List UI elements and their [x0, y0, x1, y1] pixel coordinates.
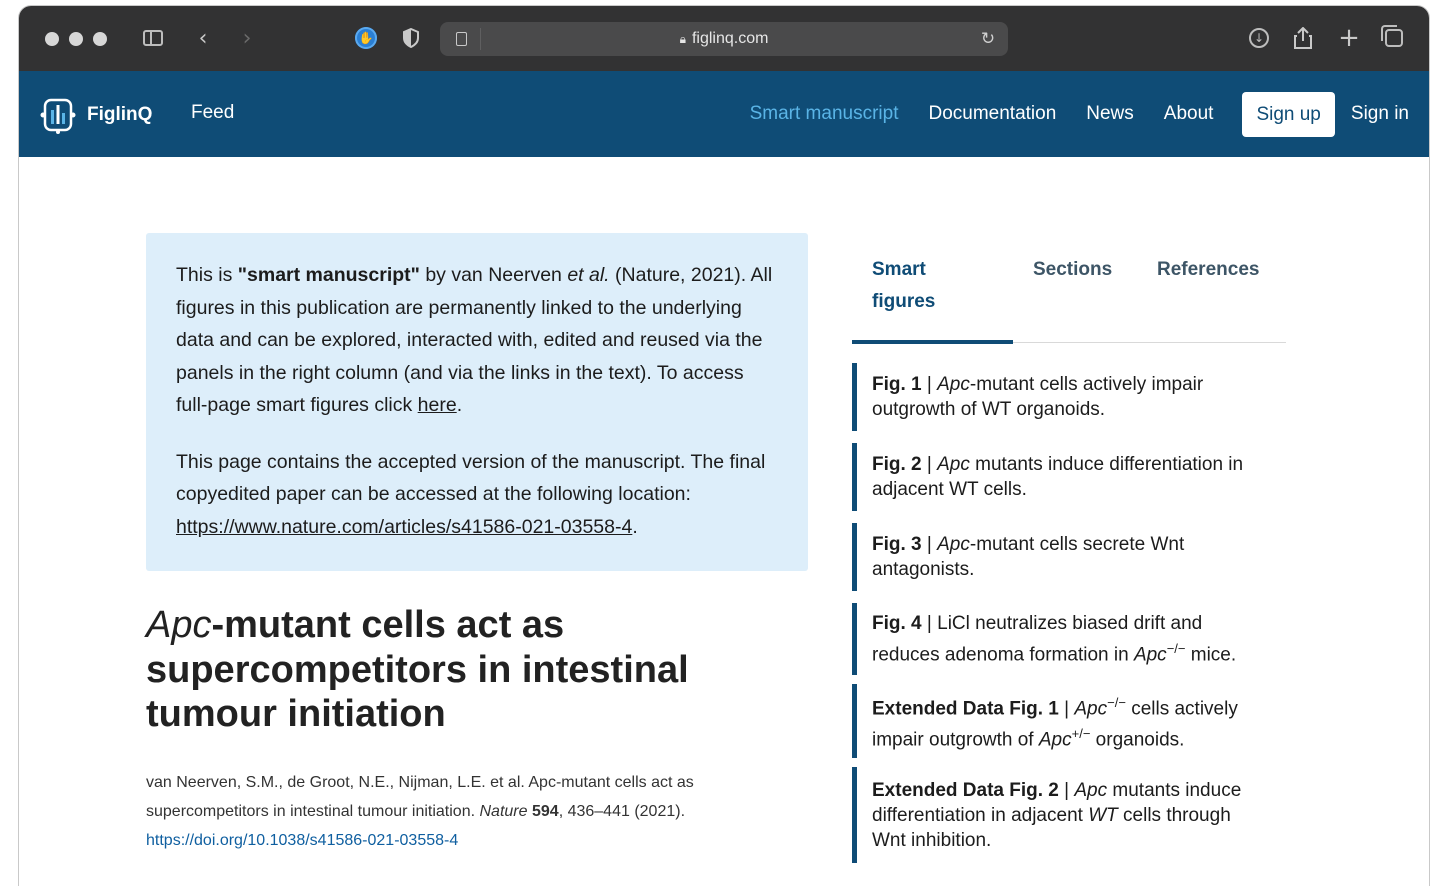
nav-links: Smart manuscript Documentation News Abou… [750, 91, 1409, 137]
article-title-text: -mutant cells act as supercompetitors in… [146, 604, 689, 735]
article-citation: van Neerven, S.M., de Groot, N.E., Nijma… [146, 768, 806, 855]
close-window-button[interactable] [45, 32, 59, 46]
tab-overview-icon[interactable] [1381, 24, 1407, 52]
figure-caption-text: −/− [1107, 694, 1126, 710]
nav-documentation-link[interactable]: Documentation [928, 103, 1056, 125]
figure-caption: Extended Data Fig. 2 | Apc mutants induc… [872, 779, 1242, 851]
figure-item[interactable]: Fig. 2 | Apc mutants induce differentiat… [852, 443, 1262, 511]
site-logo[interactable]: FiglinQ [39, 95, 152, 135]
figure-caption: Extended Data Fig. 1 | Apc−/− cells acti… [872, 694, 1238, 751]
citation-journal: Nature [479, 803, 528, 820]
figure-caption-text: Apc [1074, 779, 1108, 801]
sidebar-toggle-icon[interactable] [141, 24, 165, 52]
figure-item[interactable]: Fig. 4 | LiCl neutralizes biased drift a… [852, 603, 1262, 675]
citation-volume: 594 [531, 803, 559, 820]
notice-paragraph-1: This is "smart manuscript" by van Neerve… [176, 259, 778, 422]
figure-caption-text: WT [1088, 804, 1118, 826]
figure-item[interactable]: Extended Data Fig. 1 | Apc−/− cells acti… [852, 684, 1262, 758]
citation-pages: , 436–441 (2021). [558, 803, 686, 820]
zoom-window-button[interactable] [93, 32, 107, 46]
browser-toolbar: ‹ › ✋ 🔒︎ figlinq.com ↻ ↓ + [19, 6, 1429, 72]
reload-icon[interactable]: ↻ [976, 27, 1000, 51]
url-display[interactable]: 🔒︎ figlinq.com [440, 22, 1008, 56]
figure-caption: Fig. 4 | LiCl neutralizes biased drift a… [872, 612, 1237, 666]
figure-caption: Fig. 3 | Apc-mutant cells secrete Wnt an… [872, 534, 1185, 580]
figure-label: Fig. 2 [872, 454, 922, 475]
figure-label: Extended Data Fig. 2 [872, 779, 1059, 801]
figure-caption: Fig. 2 | Apc mutants induce differentiat… [872, 454, 1244, 500]
figure-caption-text: -mutant cells actively impair outgrowth … [872, 374, 1204, 420]
notice-text: This page contains the accepted version … [176, 450, 766, 506]
figure-label: Extended Data Fig. 1 [872, 698, 1059, 719]
tab-references[interactable]: References [1157, 254, 1259, 286]
figure-label: Fig. 3 [872, 534, 922, 555]
full-page-figures-link[interactable]: here [418, 394, 457, 416]
figure-caption-text: mice. [1185, 644, 1237, 666]
figure-caption-text: −/− [1166, 640, 1186, 656]
notice-bold-text: "smart manuscript" [237, 264, 420, 286]
notice-text: . [456, 394, 463, 416]
doi-link[interactable]: https://doi.org/10.1038/s41586-021-03558… [146, 832, 458, 849]
minimize-window-button[interactable] [69, 32, 83, 46]
nav-feed-link[interactable]: Feed [191, 102, 234, 124]
extension-icon[interactable]: ✋ [354, 24, 378, 52]
notice-text: This is [176, 264, 238, 286]
figlinq-logo-icon [40, 98, 76, 134]
figure-caption-text: organoids. [1090, 729, 1185, 751]
downloads-icon[interactable]: ↓ [1247, 24, 1271, 52]
panel-tabs: Smart figures Sections References [852, 254, 1286, 344]
nav-news-link[interactable]: News [1086, 103, 1134, 125]
new-tab-icon[interactable]: + [1337, 23, 1361, 53]
notice-text: (Nature, 2021). All figures in this publ… [176, 264, 773, 416]
figure-caption-text: Apc [937, 374, 970, 395]
site-navbar: FiglinQ Feed Smart manuscript Documentat… [19, 71, 1429, 157]
active-tab-indicator [852, 340, 1013, 344]
nav-smart-manuscript-link[interactable]: Smart manuscript [750, 103, 899, 125]
figure-caption-text: Apc [1074, 698, 1108, 719]
smart-manuscript-notice: This is "smart manuscript" by van Neerve… [146, 233, 808, 571]
figure-caption-text: Apc [937, 454, 970, 475]
brand-name: FiglinQ [87, 104, 153, 125]
figure-item[interactable]: Fig. 3 | Apc-mutant cells secrete Wnt an… [852, 523, 1262, 591]
url-text: figlinq.com [691, 30, 769, 47]
figure-caption-text: +/− [1071, 726, 1091, 741]
figure-caption-text: Apc [1038, 729, 1072, 751]
forward-icon[interactable]: › [235, 24, 259, 52]
figure-caption-text: Apc [937, 534, 970, 555]
privacy-shield-icon[interactable] [400, 24, 422, 52]
figure-item[interactable]: Fig. 1 | Apc-mutant cells actively impai… [852, 363, 1262, 431]
article-title-italic: Apc [146, 604, 212, 646]
back-icon[interactable]: ‹ [191, 24, 215, 52]
share-icon[interactable] [1291, 24, 1315, 52]
nature-article-link[interactable]: https://www.nature.com/articles/s41586-0… [176, 516, 632, 538]
lock-icon: 🔒︎ [679, 31, 686, 46]
notice-paragraph-2: This page contains the accepted version … [176, 446, 778, 544]
figure-caption-text: mutants induce differentiation in adjace… [872, 454, 1244, 500]
nav-about-link[interactable]: About [1164, 103, 1214, 125]
notice-text: . [632, 515, 638, 538]
article-title: Apc-mutant cells act as supercompetitors… [146, 603, 786, 737]
address-bar[interactable]: 🔒︎ figlinq.com ↻ [440, 22, 1008, 56]
browser-window: ‹ › ✋ 🔒︎ figlinq.com ↻ ↓ + FiglinQ Feed … [19, 6, 1429, 886]
notice-italic-text: et al. [567, 264, 610, 286]
figure-caption: Fig. 1 | Apc-mutant cells actively impai… [872, 374, 1204, 420]
figure-caption-text: Apc [1133, 644, 1167, 666]
sign-up-button[interactable]: Sign up [1242, 91, 1335, 137]
notice-text: by van Neerven [419, 264, 568, 286]
sign-in-link[interactable]: Sign in [1351, 103, 1409, 125]
figure-label: Fig. 1 [872, 374, 922, 395]
tab-sections[interactable]: Sections [1033, 254, 1112, 286]
tab-smart-figures[interactable]: Smart figures [872, 254, 992, 318]
figure-label: Fig. 4 [872, 612, 922, 634]
figure-item[interactable]: Extended Data Fig. 2 | Apc mutants induc… [852, 767, 1262, 863]
